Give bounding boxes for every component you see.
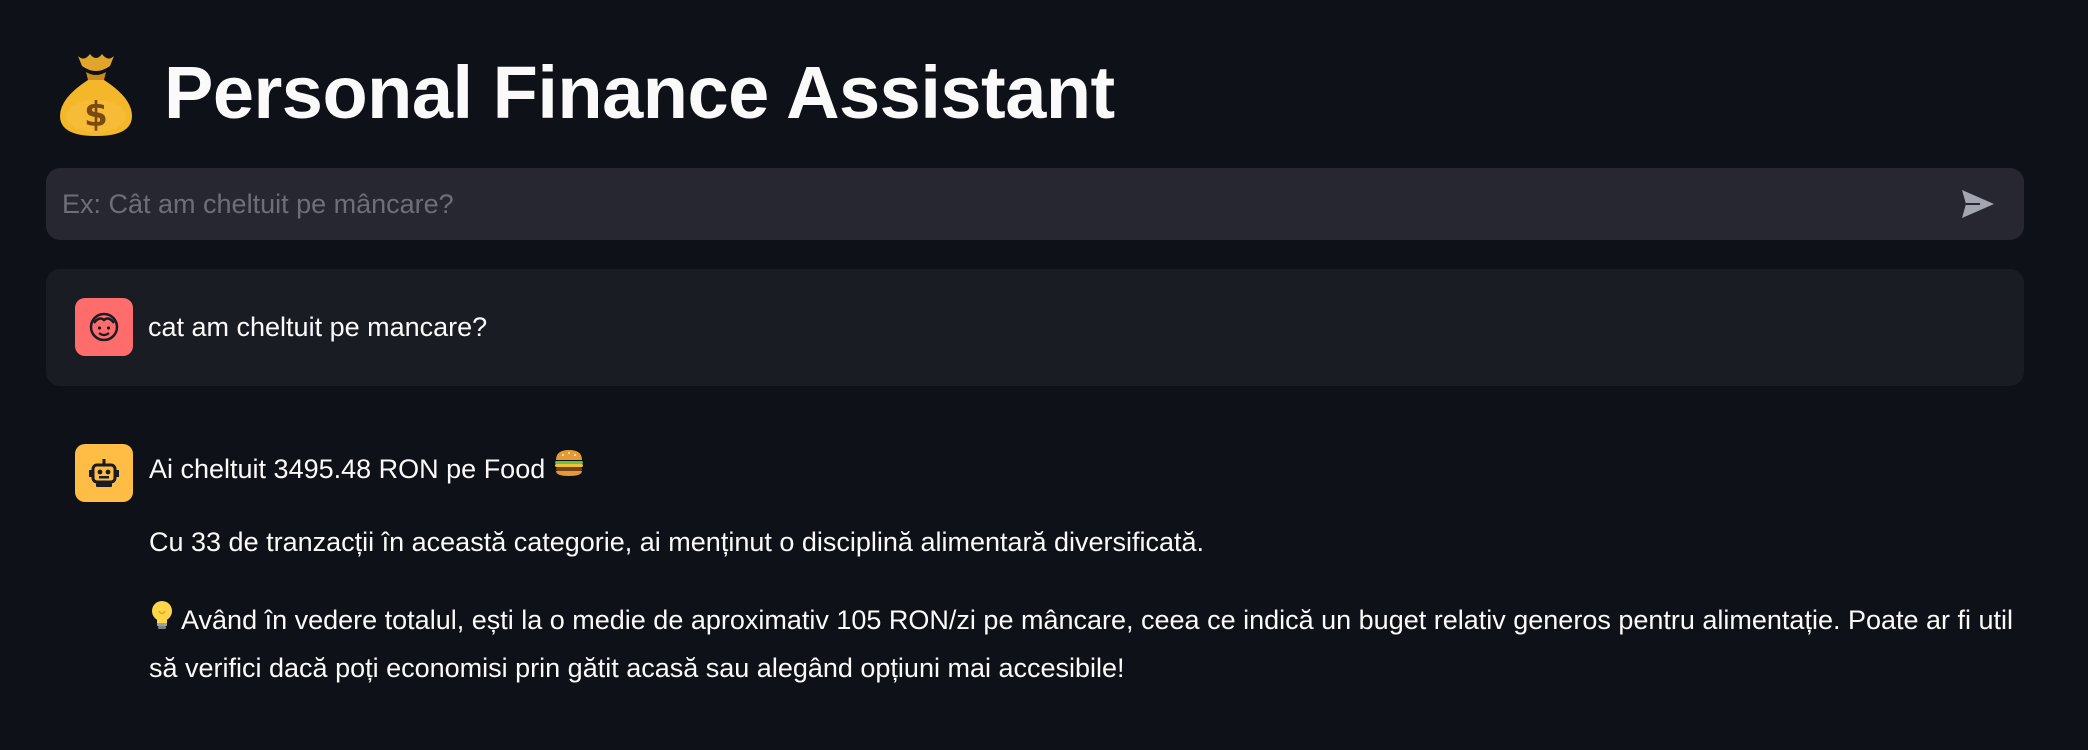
assistant-tip-text: Având în vedere totalul, ești la o medie…	[149, 605, 2014, 683]
user-message: cat am cheltuit pe mancare?	[46, 269, 2024, 386]
page-header: $ Personal Finance Assistant	[52, 42, 1115, 142]
user-avatar	[75, 298, 133, 356]
user-message-text: cat am cheltuit pe mancare?	[148, 312, 488, 342]
user-face-icon	[89, 312, 119, 342]
assistant-message-line2: Cu 33 de tranzacții în această categorie…	[149, 527, 1205, 557]
chat-input[interactable]	[46, 167, 1954, 241]
assistant-message-line1: Ai cheltuit 3495.48 RON pe Food	[149, 448, 585, 490]
robot-icon	[89, 459, 119, 487]
app-root: $ Personal Finance Assistant cat am chel…	[0, 0, 2088, 750]
assistant-tip-paragraph: Având în vedere totalul, ești la o medie…	[149, 597, 2029, 691]
assistant-summary-text: Ai cheltuit 3495.48 RON pe Food	[149, 453, 546, 484]
hamburger-icon	[553, 448, 585, 490]
page-title: Personal Finance Assistant	[164, 50, 1115, 134]
chat-input-bar	[46, 167, 2024, 241]
send-button[interactable]	[1954, 180, 2002, 228]
light-bulb-icon	[149, 599, 175, 645]
money-bag-icon: $	[52, 46, 140, 138]
svg-text:$: $	[84, 95, 108, 135]
assistant-avatar	[75, 444, 133, 502]
send-icon	[1962, 190, 1994, 218]
